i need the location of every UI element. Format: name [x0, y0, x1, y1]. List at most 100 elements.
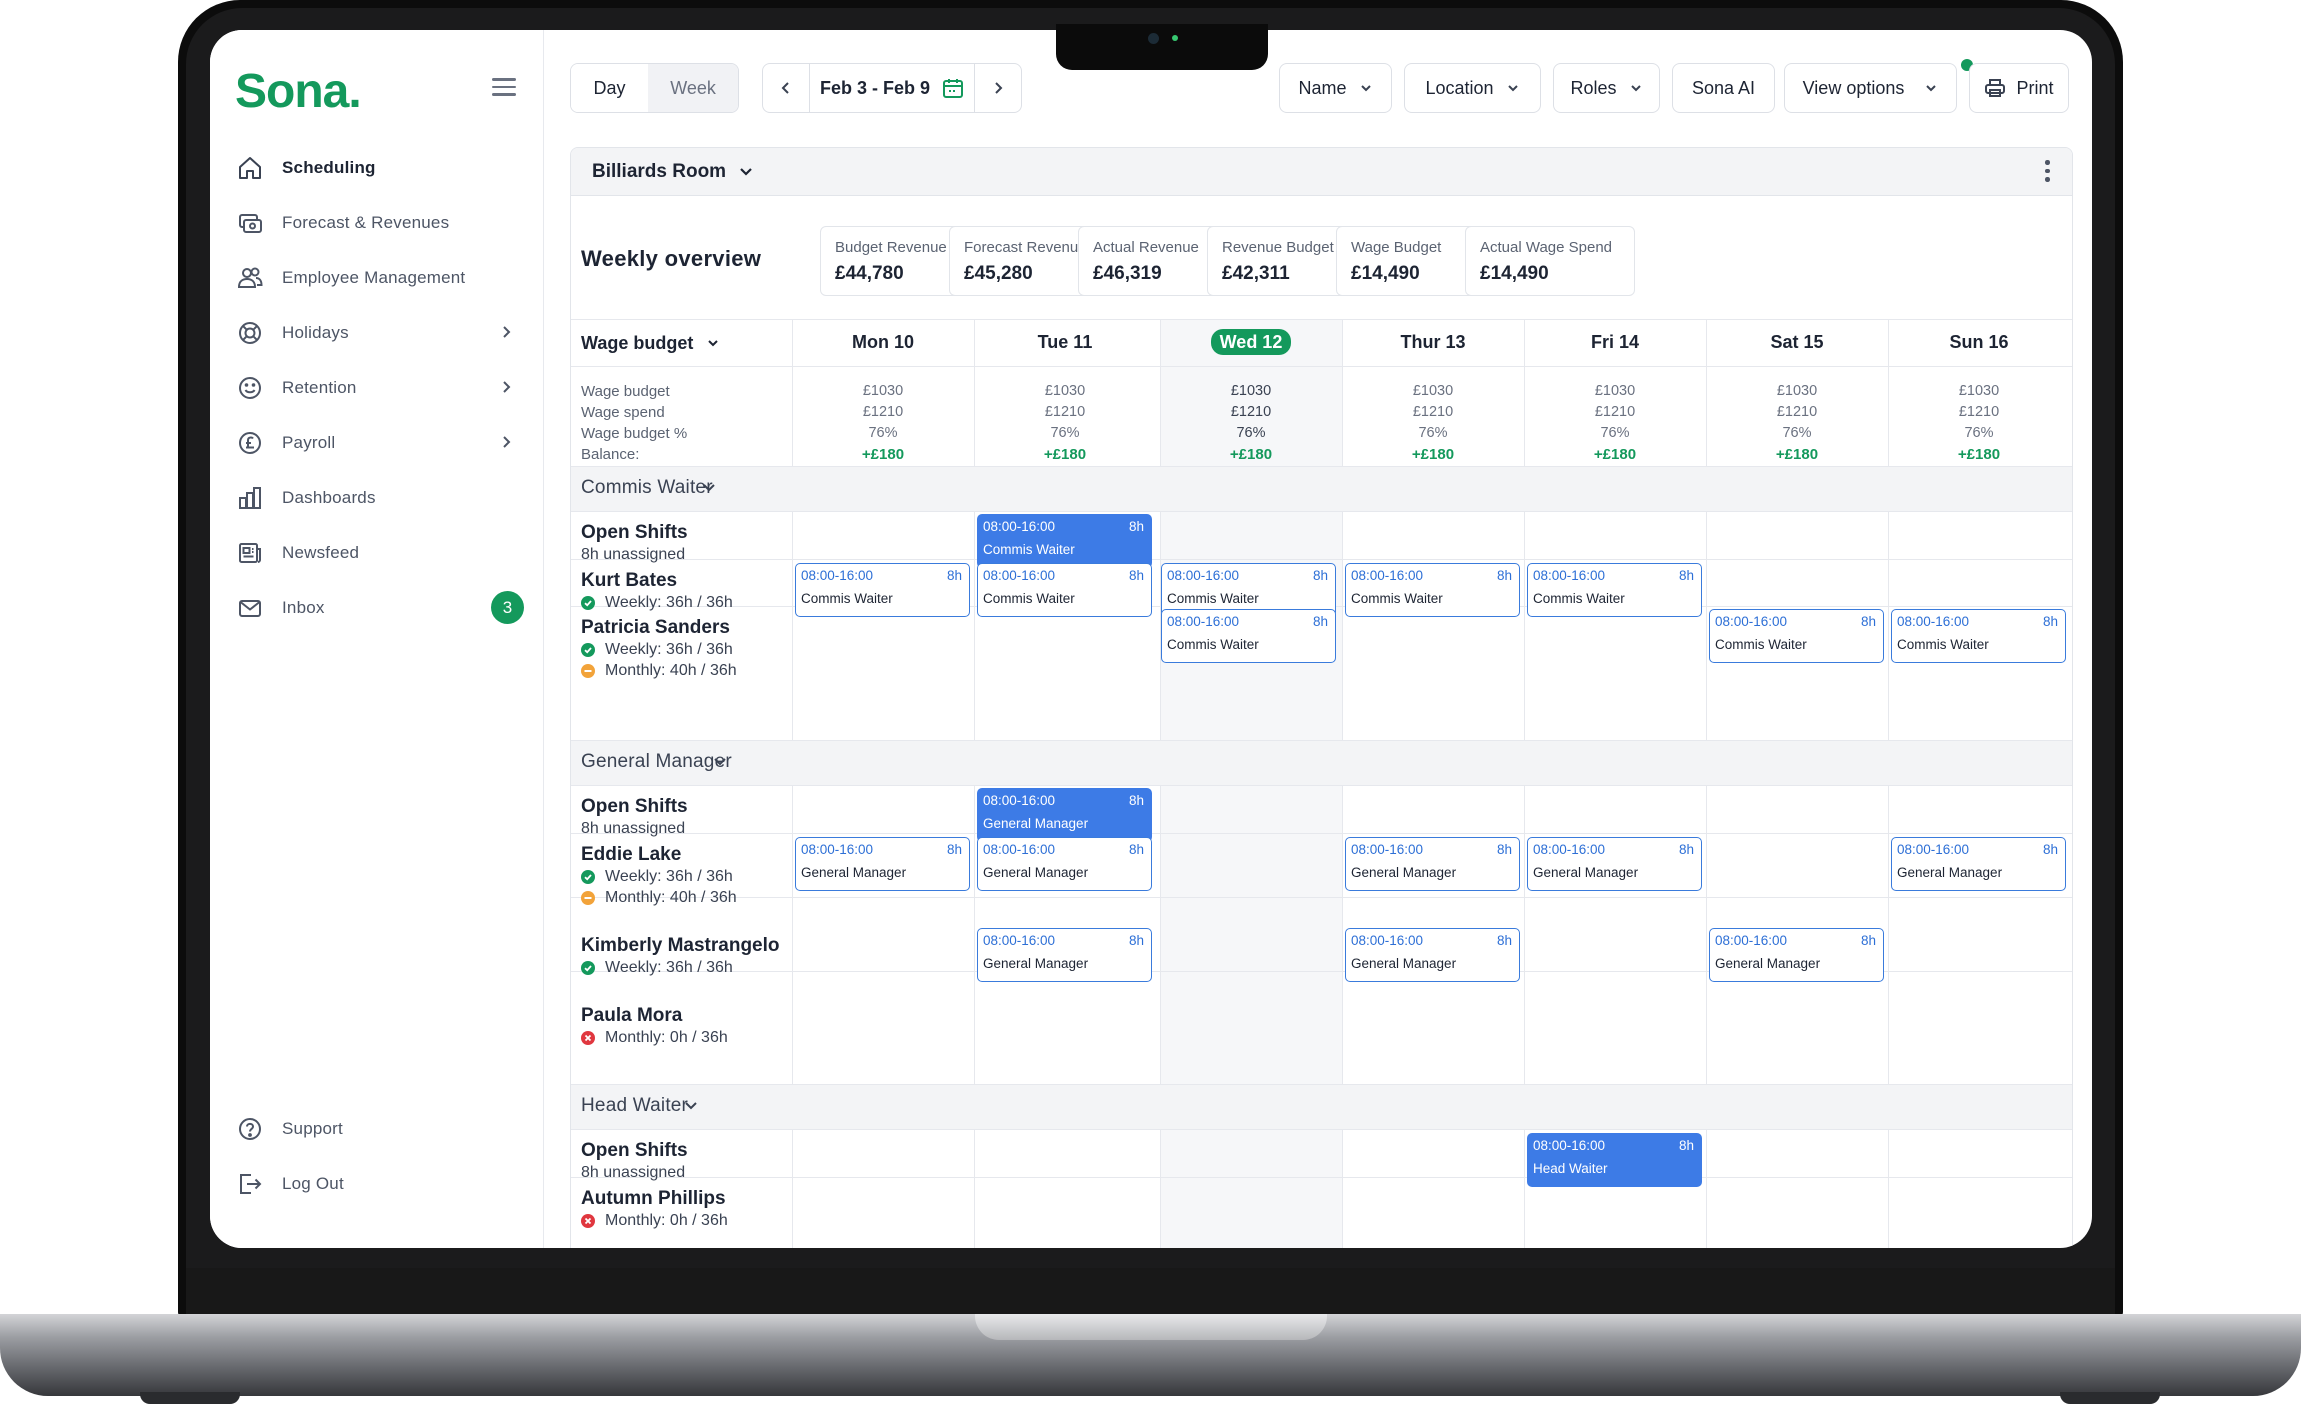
sidebar-item-logout[interactable]: Log Out	[234, 1164, 524, 1204]
pound-icon	[234, 427, 266, 459]
sidebar-item-label: Inbox	[282, 598, 325, 617]
employee-kurt-bates[interactable]: Kurt Bates Weekly: 36h / 36h	[581, 570, 733, 613]
wage-row-label: Balance:	[581, 446, 640, 463]
kpi-value: £46,319	[1093, 263, 1162, 284]
weekly-hours: Weekly: 36h / 36h	[581, 592, 733, 613]
section-head-waiter[interactable]: Head Waiter	[571, 1085, 2072, 1129]
chevron-down-icon	[703, 484, 715, 492]
kpi-value: £44,780	[835, 263, 904, 284]
employee-patricia-sanders[interactable]: Patricia Sanders Weekly: 36h / 36h Month…	[581, 617, 737, 681]
chevron-down-icon[interactable]	[738, 163, 754, 179]
employee-open-shifts[interactable]: Open Shifts 8h unassigned	[581, 522, 688, 565]
sidebar-item-retention[interactable]: Retention	[234, 368, 524, 408]
newspaper-icon	[234, 537, 266, 569]
day-view-button[interactable]: Day	[571, 64, 649, 112]
employee-paula-mora[interactable]: Paula Mora Monthly: 0h / 36h	[581, 1005, 728, 1048]
next-week-button[interactable]	[974, 63, 1022, 113]
sidebar-item-label: Payroll	[282, 433, 336, 452]
shift-card[interactable]: 08:00-16:00 8h General Manager	[1345, 837, 1520, 891]
chevron-down-icon	[1630, 85, 1641, 92]
printer-icon	[1985, 79, 2006, 97]
kpi-value: £14,490	[1480, 263, 1549, 284]
employee-name: Patricia Sanders	[581, 617, 730, 638]
check-circle-icon	[581, 595, 595, 610]
open-shift-card[interactable]: 08:00-16:00 8h Head Waiter	[1527, 1133, 1702, 1187]
kpi-label: Revenue Budget	[1222, 239, 1334, 256]
monthly-hours: Monthly: 40h / 36h	[581, 660, 737, 681]
sona-ai-button[interactable]: Sona AI	[1672, 63, 1775, 113]
check-circle-icon	[581, 869, 595, 884]
sidebar-item-dashboards[interactable]: Dashboards	[234, 478, 524, 518]
section-title: Commis Waiter	[581, 477, 713, 498]
kpi-label: Forecast Revenue	[964, 239, 1087, 256]
sidebar-item-label: Forecast & Revenues	[282, 213, 450, 232]
help-icon	[234, 1113, 266, 1145]
warning-circle-icon	[581, 663, 595, 678]
week-view-button[interactable]: Week	[648, 64, 738, 112]
date-range-picker[interactable]: Feb 3 - Feb 9	[809, 63, 975, 113]
name-filter-dropdown[interactable]: Name	[1279, 63, 1392, 113]
sidebar-item-forecast[interactable]: Forecast & Revenues	[234, 203, 524, 243]
open-shift-card[interactable]: 08:00-16:00 8h General Manager	[977, 788, 1152, 842]
chevron-down-icon	[1507, 85, 1518, 92]
chevron-left-icon	[781, 82, 789, 94]
weekly-hours: Weekly: 36h / 36h	[581, 957, 780, 978]
shift-card[interactable]: 08:00-16:00 8h General Manager	[795, 837, 970, 891]
more-options-icon[interactable]	[2044, 160, 2050, 184]
shift-card[interactable]: 08:00-16:00 8h Commis Waiter	[1527, 563, 1702, 617]
wage-budget-dropdown[interactable]: Wage budget	[581, 333, 693, 354]
shift-card[interactable]: 08:00-16:00 8h General Manager	[1709, 928, 1884, 982]
employee-open-shifts[interactable]: Open Shifts 8h unassigned	[581, 1140, 688, 1183]
check-circle-icon	[581, 960, 595, 975]
sidebar-item-newsfeed[interactable]: Newsfeed	[234, 533, 524, 573]
laptop-hinge	[186, 1268, 2115, 1316]
employee-eddie-lake[interactable]: Eddie Lake Weekly: 36h / 36h Monthly: 40…	[581, 844, 737, 908]
sidebar-item-label: Employee Management	[282, 268, 466, 287]
shift-card[interactable]: 08:00-16:00 8h General Manager	[977, 837, 1152, 891]
smile-icon	[234, 372, 266, 404]
location-filter-dropdown[interactable]: Location	[1404, 63, 1541, 113]
shift-card[interactable]: 08:00-16:00 8h Commis Waiter	[1891, 609, 2066, 663]
weekly-hours: Weekly: 36h / 36h	[581, 639, 737, 660]
employee-kimberly-mastrangelo[interactable]: Kimberly Mastrangelo Weekly: 36h / 36h	[581, 935, 780, 978]
view-options-dropdown[interactable]: View options	[1784, 63, 1957, 113]
sidebar-item-payroll[interactable]: Payroll	[234, 423, 524, 463]
sidebar-item-scheduling[interactable]: Scheduling	[234, 148, 524, 188]
shift-card[interactable]: 08:00-16:00 8h Commis Waiter	[795, 563, 970, 617]
print-label: Print	[2016, 77, 2054, 98]
shift-card[interactable]: 08:00-16:00 8h Commis Waiter	[1709, 609, 1884, 663]
wage-row-label: Wage budget	[581, 383, 670, 400]
employee-autumn-phillips[interactable]: Autumn Phillips Monthly: 0h / 36h	[581, 1188, 728, 1231]
name-filter-label: Name	[1298, 77, 1347, 98]
room-name: Billiards Room	[592, 161, 727, 182]
section-commis-waiter[interactable]: Commis Waiter	[571, 467, 2072, 511]
shift-card[interactable]: 08:00-16:00 8h Commis Waiter	[1161, 609, 1336, 663]
shift-card[interactable]: 08:00-16:00 8h Commis Waiter	[977, 563, 1152, 617]
sidebar-item-holidays[interactable]: Holidays	[234, 313, 524, 353]
shift-card[interactable]: 08:00-16:00 8h General Manager	[1527, 837, 1702, 891]
employee-name: Kurt Bates	[581, 570, 678, 591]
unassigned-hours: 8h unassigned	[581, 546, 686, 563]
open-shift-card[interactable]: 08:00-16:00 8h Commis Waiter	[977, 514, 1152, 568]
sidebar-item-inbox[interactable]: Inbox 3	[234, 588, 524, 628]
menu-toggle-icon[interactable]	[492, 78, 516, 96]
main-content: Day Week Feb 3 - Feb 9 Name Location Rol…	[544, 30, 2092, 1248]
section-general-manager[interactable]: General Manager	[571, 741, 2072, 785]
sidebar-item-support[interactable]: Support	[234, 1109, 524, 1149]
prev-week-button[interactable]	[762, 63, 810, 113]
shift-card[interactable]: 08:00-16:00 8h Commis Waiter	[1345, 563, 1520, 617]
print-button[interactable]: Print	[1969, 63, 2069, 113]
room-selector-bar[interactable]: Billiards Room	[571, 148, 2072, 196]
day-header-wed-today: Wed 12	[1160, 329, 1342, 355]
shift-card[interactable]: 08:00-16:00 8h General Manager	[1891, 837, 2066, 891]
sidebar-item-employee-management[interactable]: Employee Management	[234, 258, 524, 298]
today-pill: Wed 12	[1210, 329, 1292, 355]
roles-filter-dropdown[interactable]: Roles	[1553, 63, 1660, 113]
chevron-down-icon	[714, 758, 726, 766]
bar-chart-icon	[234, 482, 266, 514]
employee-name: Autumn Phillips	[581, 1188, 726, 1209]
shift-card[interactable]: 08:00-16:00 8h General Manager	[977, 928, 1152, 982]
chevron-down-icon[interactable]	[706, 336, 720, 350]
shift-card[interactable]: 08:00-16:00 8h General Manager	[1345, 928, 1520, 982]
employee-open-shifts[interactable]: Open Shifts 8h unassigned	[581, 796, 688, 839]
